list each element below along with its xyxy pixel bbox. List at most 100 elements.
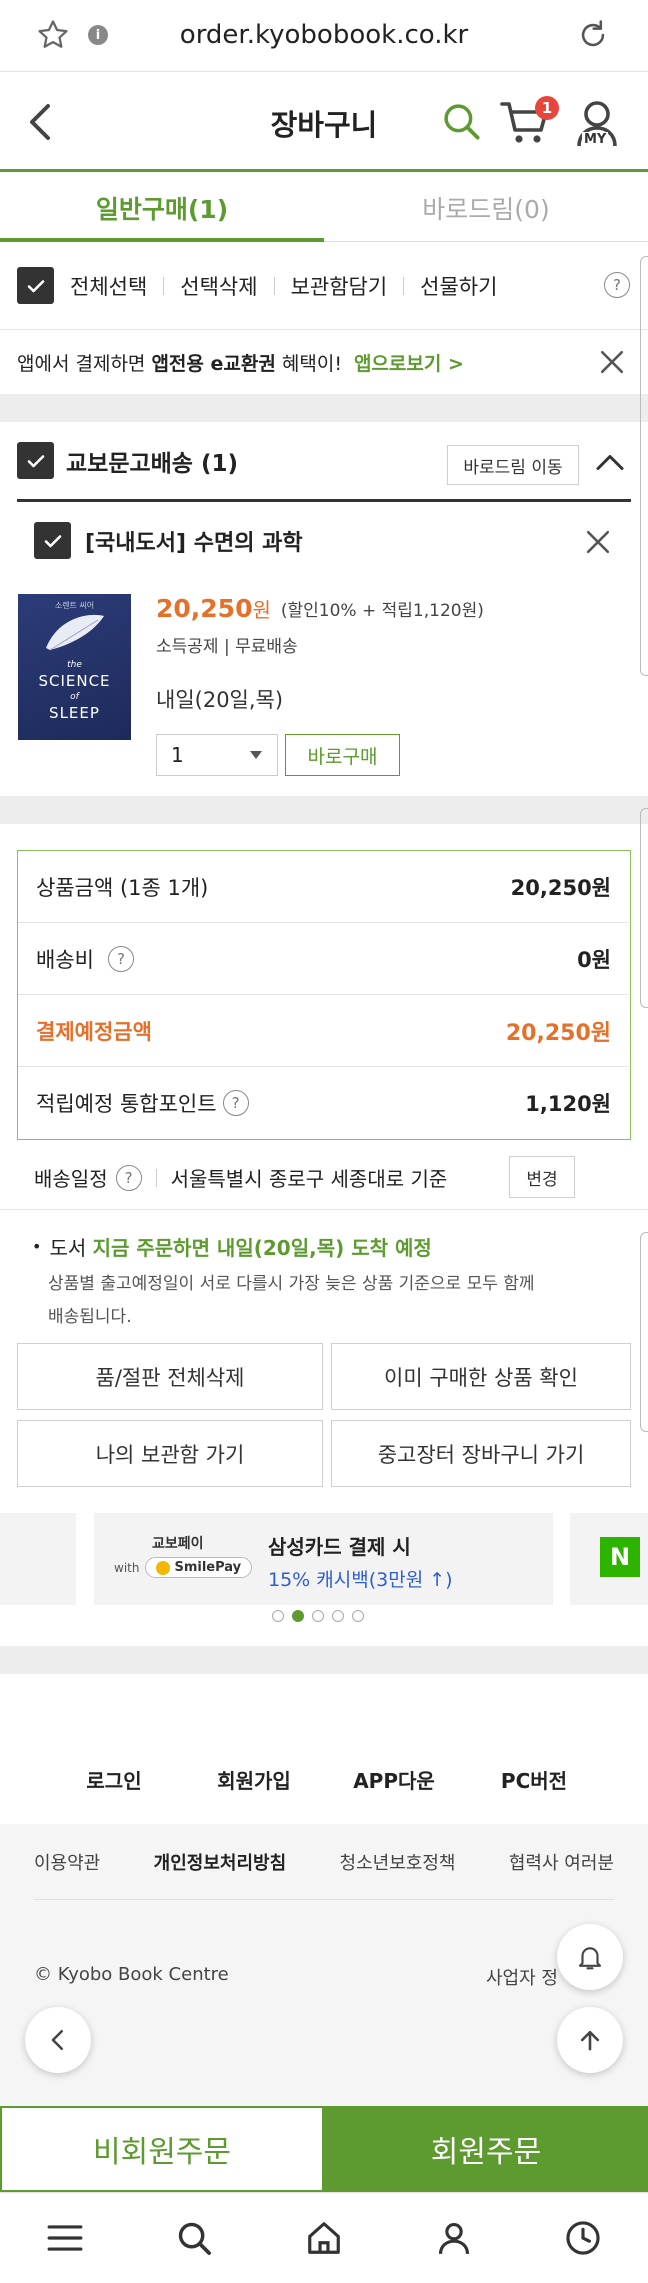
footer-login[interactable]: 로그인 xyxy=(44,1765,184,1794)
check-purchased-button[interactable]: 이미 구매한 상품 확인 xyxy=(331,1343,631,1410)
section-separator xyxy=(0,394,648,422)
check-icon xyxy=(44,534,61,547)
help-icon[interactable]: ? xyxy=(115,1164,142,1191)
gift-button[interactable]: 선물하기 xyxy=(420,271,497,301)
app-banner: 앱에서 결제하면 앱전용 e교환권 혜택이! 앱으로보기 > xyxy=(0,330,648,394)
item-price-row: 20,250 원 (할인10% + 적립1,120원) xyxy=(156,594,484,623)
close-icon[interactable] xyxy=(598,348,626,376)
recent-history-icon[interactable] xyxy=(564,2219,602,2257)
search-icon[interactable] xyxy=(440,100,482,142)
scrollbar-indicator[interactable] xyxy=(640,1232,648,1432)
footer-partners[interactable]: 협력사 여러분 xyxy=(509,1849,614,1875)
member-order-button[interactable]: 회원주문 xyxy=(324,2106,648,2192)
summary-row-product: 상품금액 (1종 1개) 20,250원 xyxy=(18,851,629,923)
footer-app-download[interactable]: APP다운 xyxy=(324,1765,464,1794)
app-banner-bold: 앱전용 e교환권 xyxy=(151,352,276,375)
promo-desc: 15% 캐시백(3만원 ↑) xyxy=(268,1569,453,1591)
delete-soldout-button[interactable]: 품/절판 전체삭제 xyxy=(17,1343,323,1410)
prev-page-icon[interactable] xyxy=(25,2007,91,2073)
divider xyxy=(273,276,275,295)
group-checkbox[interactable] xyxy=(17,442,54,479)
delete-selected-button[interactable]: 선택삭제 xyxy=(180,271,257,301)
notice-line2: 상품별 출고예정일이 서로 다를시 가장 늦은 상품 기준으로 모두 함께 xyxy=(48,1274,535,1294)
divider xyxy=(403,276,405,295)
guest-order-button[interactable]: 비회원주문 xyxy=(0,2106,324,2192)
cart-item: [국내도서] 수면의 과학 소렌트 씨어 the SCIENCE of SLEE… xyxy=(0,502,648,792)
reload-icon[interactable] xyxy=(576,18,610,52)
tab-normal-purchase[interactable]: 일반구매(1) xyxy=(0,172,324,242)
notification-bell-icon[interactable] xyxy=(557,1924,623,1990)
move-to-barodream-button[interactable]: 바로드림 이동 xyxy=(447,445,579,485)
scrollbar-indicator[interactable] xyxy=(640,808,648,1008)
check-icon xyxy=(27,454,44,467)
remove-item-icon[interactable] xyxy=(584,528,612,556)
app-banner-link[interactable]: 앱으로보기 > xyxy=(354,349,464,376)
home-icon[interactable] xyxy=(305,2219,343,2257)
quantity-select[interactable]: 1 xyxy=(156,734,278,776)
smilepay-badge: with SmilePay xyxy=(114,1557,253,1578)
page-header: 장바구니 1 MY xyxy=(0,72,648,172)
change-region-button[interactable]: 변경 xyxy=(509,1156,575,1198)
promo-card[interactable]: 교보페이 with SmilePay 삼성카드 결제 시 15% 캐시백(3만원… xyxy=(94,1513,553,1605)
footer-signup[interactable]: 회원가입 xyxy=(184,1765,324,1794)
footer-links-secondary: 이용약관 개인정보처리방침 청소년보호정책 협력사 여러분 xyxy=(34,1824,614,1900)
carousel-dot[interactable] xyxy=(312,1610,324,1622)
footer-pc-version[interactable]: PC버전 xyxy=(464,1765,604,1794)
divider xyxy=(155,1168,157,1187)
help-icon[interactable]: ? xyxy=(107,945,134,972)
order-bar: 비회원주문 회원주문 xyxy=(0,2106,648,2192)
app-banner-prefix: 앱에서 결제하면 xyxy=(17,352,152,375)
used-cart-button[interactable]: 중고장터 장바구니 가기 xyxy=(331,1420,631,1487)
item-checkbox[interactable] xyxy=(34,522,71,559)
profile-icon[interactable] xyxy=(435,2219,473,2257)
search-nav-icon[interactable] xyxy=(175,2219,213,2257)
item-discount: (할인10% + 적립1,120원) xyxy=(280,601,484,621)
scrollbar-indicator[interactable] xyxy=(640,256,648,676)
carousel-dot[interactable] xyxy=(332,1610,344,1622)
notice-line3: 배송됩니다. xyxy=(48,1307,132,1327)
buy-now-button[interactable]: 바로구매 xyxy=(285,734,400,776)
item-title-row: [국내도서] 수면의 과학 xyxy=(34,522,303,559)
select-all-checkbox[interactable] xyxy=(17,267,54,304)
item-tags: 소득공제 | 무료배송 xyxy=(156,637,298,657)
delivery-region: 서울특별시 종로구 세종대로 기준 xyxy=(170,1167,448,1191)
cart-count-badge: 1 xyxy=(535,96,559,120)
tab-normal-purchase-label: 일반구매(1) xyxy=(95,195,229,224)
help-icon[interactable]: ? xyxy=(222,1090,249,1116)
select-all-label[interactable]: 전체선택 xyxy=(70,271,147,301)
section-separator xyxy=(0,1646,648,1674)
promo-with: with xyxy=(114,1560,140,1575)
tab-baro-dream-label: 바로드림(0) xyxy=(422,195,550,224)
cover-line1: the xyxy=(67,660,82,670)
tab-bar: 일반구매(1) 바로드림(0) xyxy=(0,172,648,242)
smilepay-label: SmilePay xyxy=(174,1560,242,1575)
scroll-top-icon[interactable] xyxy=(557,2007,623,2073)
help-icon[interactable]: ? xyxy=(604,272,630,298)
footer-terms[interactable]: 이용약관 xyxy=(34,1849,100,1875)
url-text[interactable]: order.kyobobook.co.kr xyxy=(0,20,648,50)
carousel-dot[interactable] xyxy=(272,1610,284,1622)
save-box-button[interactable]: 보관함담기 xyxy=(291,271,388,301)
section-separator xyxy=(0,796,648,824)
promo-card-next[interactable]: N xyxy=(570,1513,648,1605)
menu-icon[interactable] xyxy=(46,2222,84,2254)
promo-card-prev[interactable] xyxy=(0,1513,76,1605)
carousel-dot-active[interactable] xyxy=(292,1610,304,1622)
book-cover[interactable]: 소렌트 씨어 the SCIENCE of SLEEP xyxy=(18,594,131,740)
footer-privacy[interactable]: 개인정보처리방침 xyxy=(154,1849,286,1875)
tab-baro-dream[interactable]: 바로드림(0) xyxy=(324,172,648,242)
divider xyxy=(163,276,165,295)
promo-title: 삼성카드 결제 시 xyxy=(268,1535,411,1559)
item-price: 20,250 xyxy=(156,594,253,623)
footer-business[interactable]: 사업자 정 xyxy=(486,1964,558,1990)
quantity-value: 1 xyxy=(171,743,184,767)
footer-youth[interactable]: 청소년보호정책 xyxy=(340,1849,456,1875)
item-title[interactable]: [국내도서] 수면의 과학 xyxy=(85,525,303,557)
carousel-dot[interactable] xyxy=(352,1610,364,1622)
go-box-button[interactable]: 나의 보관함 가기 xyxy=(17,1420,323,1487)
item-price-unit: 원 xyxy=(252,598,271,622)
points-label: 적립예정 통합포인트 xyxy=(36,1092,217,1116)
footer-links-primary: 로그인 회원가입 APP다운 PC버전 xyxy=(0,1734,648,1824)
cart-actions: 전체선택 선택삭제 보관함담기 선물하기 ? xyxy=(0,242,648,330)
collapse-icon[interactable] xyxy=(595,450,625,472)
